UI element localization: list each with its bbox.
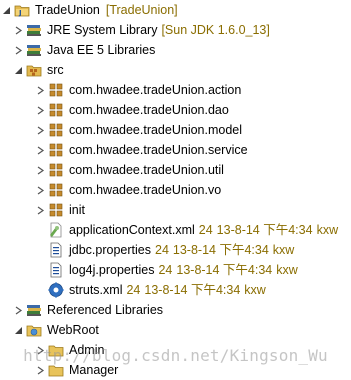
package-icon [48,102,64,118]
svg-text:J: J [18,9,22,17]
library-icon [26,302,42,318]
tree-node-package[interactable]: com.hwadee.tradeUnion.action [36,80,241,100]
package-icon [48,162,64,178]
package-label: init [69,203,85,217]
file-author: kxw [316,223,339,237]
package-label: com.hwadee.tradeUnion.dao [69,103,229,117]
folder-icon [26,322,42,338]
tree-node-package[interactable]: com.hwadee.tradeUnion.service [36,140,248,160]
tree-node-package[interactable]: com.hwadee.tradeUnion.model [36,120,242,140]
file-name: log4j.properties [69,263,155,277]
file-name: jdbc.properties [69,243,151,257]
xml-file-icon [48,222,64,238]
tree-node-folder[interactable]: Manager [36,360,118,380]
folder-label: Manager [69,363,119,377]
src-label: src [47,63,64,77]
tree-node-folder[interactable]: Admin [36,340,104,360]
folder-label: Admin [69,343,105,357]
tree-node-referenced-libraries[interactable]: Referenced Libraries [14,300,163,320]
package-icon [48,202,64,218]
file-revision: 24 [126,283,141,297]
file-name: applicationContext.xml [69,223,195,237]
file-name: struts.xml [69,283,123,297]
library-icon [26,42,42,58]
jre-decoration: [Sun JDK 1.6.0_13] [161,23,270,37]
properties-file-icon [48,242,64,258]
file-revision: 24 [158,263,173,277]
package-icon [48,142,64,158]
file-revision: 24 [155,243,169,257]
tree-node-package[interactable]: com.hwadee.tradeUnion.dao [36,100,229,120]
project-label: TradeUnion [35,3,100,17]
collapse-arrow-icon[interactable] [14,40,23,60]
tree-node-webroot[interactable]: WebRoot [14,320,99,340]
collapse-arrow-icon[interactable] [36,80,45,100]
package-label: com.hwadee.tradeUnion.service [69,143,248,157]
tree-node-src[interactable]: src [14,60,64,80]
webroot-label: WebRoot [47,323,99,337]
project-decoration: [TradeUnion] [105,3,178,17]
file-date: 13-8-14 下午4:34 [176,263,273,277]
collapse-arrow-icon[interactable] [36,140,45,160]
collapse-arrow-icon[interactable] [14,300,23,320]
tree-node-file[interactable]: struts.xml 24 13-8-14 下午4:34 kxw [48,280,266,300]
file-date: 13-8-14 下午4:34 [216,223,313,237]
collapse-arrow-icon[interactable] [36,160,45,180]
properties-file-icon [48,262,64,278]
package-label: com.hwadee.tradeUnion.action [69,83,242,97]
file-author: kxw [244,283,266,297]
source-folder-icon [26,62,42,78]
java-project-icon: J [14,2,30,18]
package-icon [48,82,64,98]
expand-arrow-icon[interactable] [2,0,11,20]
expand-arrow-icon[interactable] [14,60,23,80]
file-date: 13-8-14 下午4:34 [144,283,241,297]
collapse-arrow-icon[interactable] [36,360,45,380]
package-icon [48,182,64,198]
javaee-label: Java EE 5 Libraries [47,43,156,57]
collapse-arrow-icon[interactable] [36,180,45,200]
package-label: com.hwadee.tradeUnion.util [69,163,224,177]
file-revision: 24 [198,223,213,237]
referenced-libraries-label: Referenced Libraries [47,303,164,317]
file-author: kxw [276,263,298,277]
file-author: kxw [272,243,295,257]
collapse-arrow-icon[interactable] [36,340,45,360]
tree-node-package[interactable]: com.hwadee.tradeUnion.util [36,160,224,180]
tree-node-jre-library[interactable]: JRE System Library [Sun JDK 1.6.0_13] [14,20,270,40]
struts-config-icon [48,282,64,298]
folder-icon [48,362,64,378]
expand-arrow-icon[interactable] [14,320,23,340]
jre-label: JRE System Library [47,23,158,37]
collapse-arrow-icon[interactable] [14,20,23,40]
collapse-arrow-icon[interactable] [36,200,45,220]
package-icon [48,122,64,138]
folder-icon [48,342,64,358]
tree-node-file[interactable]: jdbc.properties 24 13-8-14 下午4:34 kxw [48,240,294,260]
file-date: 13-8-14 下午4:34 [172,243,269,257]
library-icon [26,22,42,38]
tree-node-package[interactable]: com.hwadee.tradeUnion.vo [36,180,221,200]
tree-node-file[interactable]: log4j.properties 24 13-8-14 下午4:34 kxw [48,260,298,280]
tree-node-project[interactable]: J TradeUnion [TradeUnion] [2,0,178,20]
collapse-arrow-icon[interactable] [36,120,45,140]
package-label: com.hwadee.tradeUnion.vo [69,183,222,197]
tree-node-file[interactable]: applicationContext.xml 24 13-8-14 下午4:34… [48,220,338,240]
collapse-arrow-icon[interactable] [36,100,45,120]
tree-node-package[interactable]: init [36,200,85,220]
tree-node-javaee-library[interactable]: Java EE 5 Libraries [14,40,155,60]
package-label: com.hwadee.tradeUnion.model [69,123,243,137]
